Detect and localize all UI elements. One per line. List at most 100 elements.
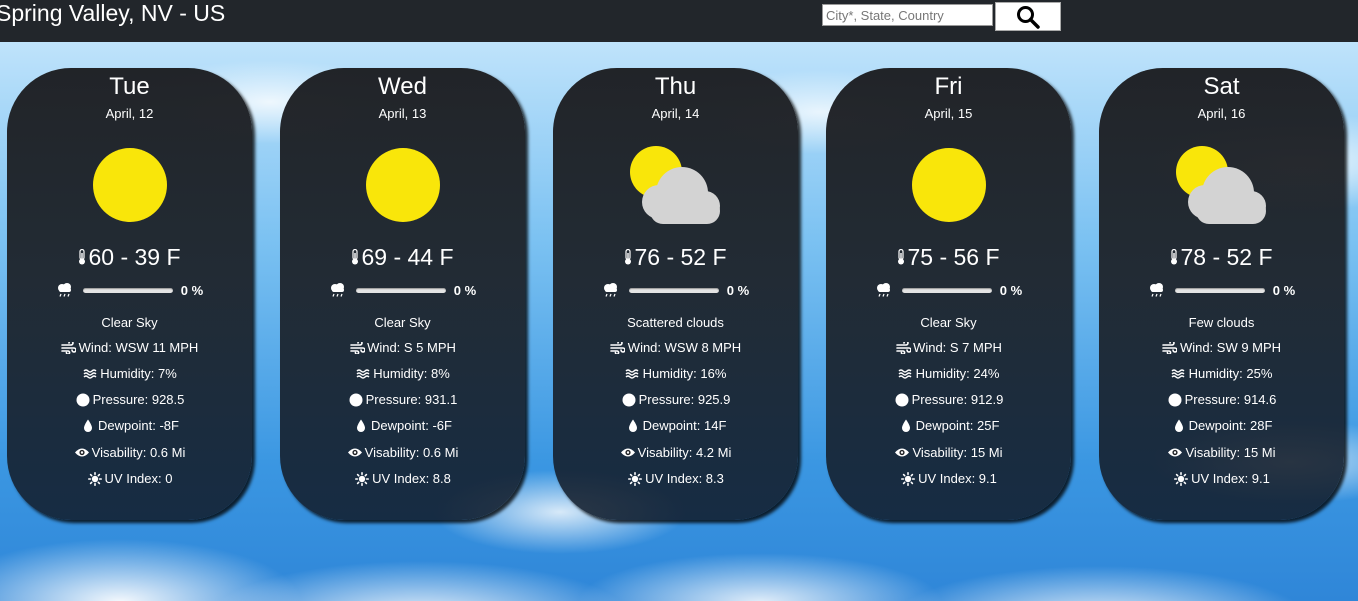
- wind-icon: [349, 340, 365, 355]
- day-date: April, 16: [1197, 106, 1246, 121]
- wind-text: Wind: WSW 8 MPH: [627, 340, 742, 355]
- precipitation-bar: [1174, 287, 1265, 293]
- day-name: Tue: [109, 73, 150, 100]
- temperature-range: 69 - 44 F: [280, 243, 525, 271]
- dewpoint-row: Dewpoint: 14F: [553, 418, 798, 433]
- eye-icon: [1167, 445, 1183, 460]
- humidity-icon: [1171, 366, 1187, 381]
- visibility-row: Visability: 0.6 Mi: [7, 445, 252, 460]
- day-name: Fri: [934, 73, 963, 100]
- sun-icon: [365, 148, 440, 222]
- forecast-cards: Tue April, 12 60 - 39 F 0 % Clear Sky Wi…: [0, 68, 1358, 520]
- precipitation-bar: [901, 287, 992, 293]
- dewpoint-text: Dewpoint: 25F: [915, 418, 1000, 433]
- uv-text: UV Index: 9.1: [1191, 471, 1270, 486]
- wind-row: Wind: WSW 11 MPH: [7, 340, 252, 355]
- rain-cloud-icon: [57, 283, 71, 297]
- pressure-text: Pressure: 931.1: [365, 392, 458, 407]
- humidity-text: Humidity: 16%: [642, 366, 727, 381]
- sun-uv-icon: [900, 471, 916, 486]
- day-date: April, 12: [105, 106, 154, 121]
- top-bar: Spring Valley, NV - US: [0, 0, 1358, 42]
- temperature-text: 78 - 52 F: [1180, 244, 1273, 270]
- precipitation-bar: [82, 287, 173, 293]
- precipitation-value: 0 %: [999, 282, 1023, 298]
- sun-cloud-icon: [1175, 146, 1266, 224]
- day-date: April, 13: [378, 106, 427, 121]
- visibility-text: Visability: 0.6 Mi: [91, 445, 186, 460]
- search-input[interactable]: [822, 4, 993, 26]
- day-date: April, 14: [651, 106, 700, 121]
- visibility-row: Visability: 15 Mi: [1099, 445, 1344, 460]
- humidity-text: Humidity: 24%: [915, 366, 1000, 381]
- visibility-row: Visability: 15 Mi: [826, 445, 1071, 460]
- humidity-text: Humidity: 7%: [100, 366, 177, 381]
- pressure-icon: [894, 392, 910, 407]
- uv-row: UV Index: 8.8: [280, 471, 525, 486]
- wind-row: Wind: SW 9 MPH: [1099, 340, 1344, 355]
- day-name: Thu: [654, 73, 697, 100]
- dewpoint-row: Dewpoint: -8F: [7, 418, 252, 433]
- search-button[interactable]: [995, 2, 1061, 31]
- uv-row: UV Index: 0: [7, 471, 252, 486]
- sun-uv-icon: [87, 471, 103, 486]
- uv-row: UV Index: 9.1: [1099, 471, 1344, 486]
- precipitation-value: 0 %: [726, 282, 750, 298]
- temperature-text: 60 - 39 F: [88, 244, 181, 270]
- pressure-row: Pressure: 931.1: [280, 392, 525, 407]
- precipitation-row: 0 %: [7, 282, 252, 298]
- sun-cloud-icon: [629, 146, 720, 224]
- pressure-icon: [348, 392, 364, 407]
- uv-row: UV Index: 9.1: [826, 471, 1071, 486]
- pressure-icon: [1167, 392, 1183, 407]
- humidity-icon: [82, 366, 98, 381]
- droplet-icon: [80, 418, 96, 433]
- pressure-icon: [621, 392, 637, 407]
- precipitation-row: 0 %: [826, 282, 1071, 298]
- humidity-text: Humidity: 8%: [373, 366, 450, 381]
- dewpoint-row: Dewpoint: 28F: [1099, 418, 1344, 433]
- thermometer-icon: [79, 249, 86, 265]
- uv-text: UV Index: 9.1: [918, 471, 997, 486]
- visibility-text: Visability: 15 Mi: [1185, 445, 1276, 460]
- weather-description: Clear Sky: [920, 315, 977, 330]
- pressure-row: Pressure: 914.6: [1099, 392, 1344, 407]
- temperature-text: 76 - 52 F: [634, 244, 727, 270]
- magnifier-icon: [1017, 5, 1040, 29]
- pressure-text: Pressure: 925.9: [638, 392, 731, 407]
- wind-text: Wind: S 5 MPH: [367, 340, 456, 355]
- thermometer-icon: [625, 249, 632, 265]
- visibility-row: Visability: 4.2 Mi: [553, 445, 798, 460]
- day-name: Wed: [378, 73, 427, 100]
- weather-description: Clear Sky: [101, 315, 158, 330]
- forecast-card: Thu April, 14 76 - 52 F 0 % Scattered cl…: [553, 68, 798, 520]
- rain-cloud-icon: [330, 283, 344, 297]
- pressure-icon: [75, 392, 91, 407]
- uv-text: UV Index: 8.8: [372, 471, 451, 486]
- rain-cloud-icon: [1149, 283, 1163, 297]
- thermometer-icon: [898, 249, 905, 265]
- precipitation-value: 0 %: [453, 282, 477, 298]
- temperature-text: 69 - 44 F: [361, 244, 454, 270]
- thermometer-icon: [1171, 249, 1178, 265]
- eye-icon: [620, 445, 636, 460]
- humidity-row: Humidity: 24%: [826, 366, 1071, 381]
- wind-row: Wind: WSW 8 MPH: [553, 340, 798, 355]
- temperature-text: 75 - 56 F: [907, 244, 1000, 270]
- humidity-row: Humidity: 16%: [553, 366, 798, 381]
- wind-icon: [1162, 340, 1178, 355]
- day-date: April, 15: [924, 106, 973, 121]
- thermometer-icon: [352, 249, 359, 265]
- humidity-row: Humidity: 25%: [1099, 366, 1344, 381]
- humidity-icon: [355, 366, 371, 381]
- droplet-icon: [1171, 418, 1187, 433]
- wind-icon: [895, 340, 911, 355]
- forecast-card: Sat April, 16 78 - 52 F 0 % Few clouds W…: [1099, 68, 1344, 520]
- dewpoint-row: Dewpoint: 25F: [826, 418, 1071, 433]
- visibility-row: Visability: 0.6 Mi: [280, 445, 525, 460]
- eye-icon: [74, 445, 90, 460]
- forecast-card: Wed April, 13 69 - 44 F 0 % Clear Sky Wi…: [280, 68, 525, 520]
- humidity-text: Humidity: 25%: [1188, 366, 1273, 381]
- precipitation-row: 0 %: [553, 282, 798, 298]
- dewpoint-text: Dewpoint: -8F: [98, 418, 179, 433]
